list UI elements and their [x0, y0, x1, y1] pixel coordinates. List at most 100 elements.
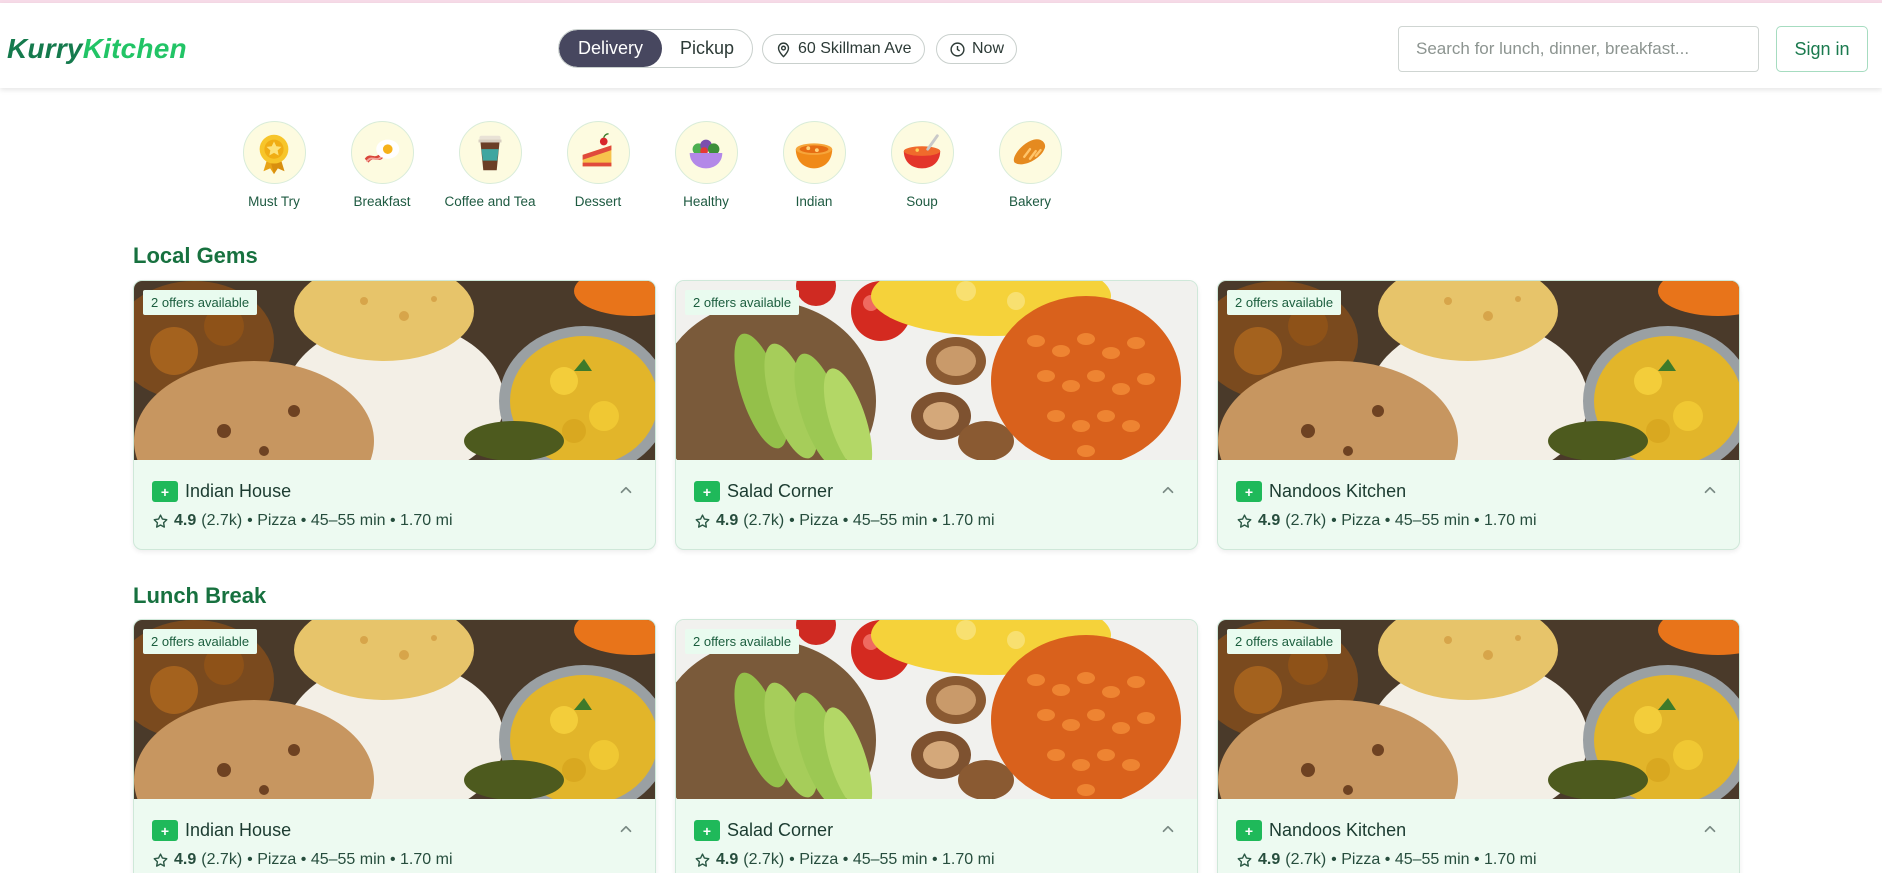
restaurant-name[interactable]: Indian House — [185, 820, 291, 841]
chevron-up-icon[interactable] — [1701, 820, 1719, 838]
category-icon-circle — [998, 121, 1062, 184]
restaurant-meta: 4.9 (2.7k) • Pizza • 45–55 min • 1.70 mi — [152, 851, 453, 869]
rating-value: 4.9 — [1258, 512, 1281, 529]
chevron-up-icon[interactable] — [1159, 481, 1177, 499]
pickup-toggle-option[interactable]: Pickup — [662, 30, 752, 67]
restaurant-name-row: + Salad Corner — [694, 481, 833, 502]
soup-icon — [903, 133, 941, 168]
rating-value: 4.9 — [174, 851, 197, 868]
offers-badge: 2 offers available — [143, 290, 258, 315]
restaurant-meta: 4.9 (2.7k) • Pizza • 45–55 min • 1.70 mi — [694, 851, 995, 869]
category-icon-circle — [890, 121, 954, 184]
restaurant-card[interactable]: 2 offers available + Indian House 4.9 (2.7k)… — [133, 280, 656, 550]
restaurant-card[interactable]: 2 offers available + Indian House 4.9 (2.7k)… — [133, 619, 656, 873]
restaurant-details: • Pizza • 45–55 min • 1.70 mi — [1331, 512, 1537, 529]
clock-icon — [950, 41, 965, 57]
coffee-cup-icon — [478, 135, 502, 170]
chevron-up-icon[interactable] — [617, 481, 635, 499]
plus-icon[interactable]: + — [694, 820, 720, 841]
offers-badge: 2 offers available — [1227, 629, 1342, 654]
category-label: Dessert — [574, 194, 622, 209]
chevron-up-icon[interactable] — [1159, 820, 1177, 838]
plus-icon[interactable]: + — [1236, 820, 1262, 841]
chevron-up-icon[interactable] — [617, 820, 635, 838]
time-button[interactable]: Now — [936, 34, 1018, 64]
category-healthy[interactable]: Healthy — [652, 121, 760, 209]
address-button[interactable]: 60 Skillman Ave — [762, 34, 925, 64]
star-icon — [695, 513, 710, 528]
offers-badge: 2 offers available — [1227, 290, 1342, 315]
brand-logo-part2: Kitchen — [82, 33, 187, 64]
restaurant-card[interactable]: 2 offers available + Salad Corner 4.9 (2.7k)… — [675, 280, 1198, 550]
restaurant-name[interactable]: Indian House — [185, 481, 291, 502]
offers-badge: 2 offers available — [685, 290, 800, 315]
restaurant-name[interactable]: Salad Corner — [727, 481, 833, 502]
restaurant-name-row: + Salad Corner — [694, 820, 833, 841]
category-bar: Must Try Breakfast Coffee and Tea Desser… — [220, 121, 1084, 209]
delivery-toggle-option[interactable]: Delivery — [559, 30, 662, 67]
plus-icon[interactable]: + — [1236, 481, 1262, 502]
section-title-lunch-break: Lunch Break — [133, 583, 267, 608]
medal-icon — [259, 134, 289, 174]
category-icon-circle — [350, 121, 414, 184]
restaurant-name[interactable]: Nandoos Kitchen — [1269, 820, 1406, 841]
brand-logo-part1: Kurry — [7, 33, 83, 64]
category-label: Coffee and Tea — [444, 194, 536, 209]
category-dessert[interactable]: Dessert — [544, 121, 652, 209]
star-icon — [1237, 513, 1252, 528]
cake-icon — [582, 132, 612, 166]
restaurant-card[interactable]: 2 offers available + Salad Corner 4.9 (2.7k)… — [675, 619, 1198, 873]
top-header: KurryKitchen Delivery Pickup 60 Skillman… — [0, 3, 1882, 88]
star-icon — [153, 513, 168, 528]
review-count: (2.7k) — [743, 512, 785, 529]
category-coffee-and-tea[interactable]: Coffee and Tea — [436, 121, 544, 209]
restaurant-details: • Pizza • 45–55 min • 1.70 mi — [247, 851, 453, 868]
restaurant-card[interactable]: 2 offers available + Nandoos Kitchen 4.9 (2.… — [1217, 280, 1740, 550]
salad-bowl-icon — [689, 139, 723, 168]
category-soup[interactable]: Soup — [868, 121, 976, 209]
rating-value: 4.9 — [174, 512, 197, 529]
plus-icon[interactable]: + — [152, 820, 178, 841]
restaurant-name-row: + Nandoos Kitchen — [1236, 481, 1406, 502]
review-count: (2.7k) — [1285, 851, 1327, 868]
rating-value: 4.9 — [716, 512, 739, 529]
map-pin-icon — [777, 41, 790, 58]
restaurant-name-row: + Indian House — [152, 481, 291, 502]
bread-icon — [1013, 138, 1046, 164]
search-input[interactable] — [1398, 26, 1759, 72]
category-bakery[interactable]: Bakery — [976, 121, 1084, 209]
review-count: (2.7k) — [1285, 512, 1327, 529]
category-label: Healthy — [683, 194, 729, 209]
restaurant-details: • Pizza • 45–55 min • 1.70 mi — [1331, 851, 1537, 868]
review-count: (2.7k) — [201, 512, 243, 529]
category-indian[interactable]: Indian — [760, 121, 868, 209]
chevron-up-icon[interactable] — [1701, 481, 1719, 499]
star-icon — [153, 852, 168, 867]
category-icon-circle — [458, 121, 522, 184]
restaurant-name[interactable]: Salad Corner — [727, 820, 833, 841]
rating-value: 4.9 — [716, 851, 739, 868]
category-label: Must Try — [248, 194, 300, 209]
time-label: Now — [972, 40, 1005, 57]
section-title-local-gems: Local Gems — [133, 243, 258, 268]
restaurant-name[interactable]: Nandoos Kitchen — [1269, 481, 1406, 502]
star-icon — [1237, 852, 1252, 867]
restaurant-name-row: + Nandoos Kitchen — [1236, 820, 1406, 841]
bacon-egg-icon — [364, 139, 400, 163]
category-breakfast[interactable]: Breakfast — [328, 121, 436, 209]
brand-logo[interactable]: KurryKitchen — [7, 33, 187, 65]
restaurant-name-row: + Indian House — [152, 820, 291, 841]
curry-bowl-icon — [795, 142, 833, 168]
star-icon — [695, 852, 710, 867]
restaurant-meta: 4.9 (2.7k) • Pizza • 45–55 min • 1.70 mi — [152, 512, 453, 530]
order-mode-toggle: Delivery Pickup — [558, 29, 753, 68]
restaurant-card[interactable]: 2 offers available + Nandoos Kitchen 4.9 (2.… — [1217, 619, 1740, 873]
sign-in-button[interactable]: Sign in — [1776, 26, 1868, 72]
category-icon-circle — [782, 121, 846, 184]
category-must-try[interactable]: Must Try — [220, 121, 328, 209]
category-label: Soup — [906, 194, 938, 209]
category-label: Indian — [795, 194, 833, 209]
restaurant-details: • Pizza • 45–55 min • 1.70 mi — [789, 512, 995, 529]
plus-icon[interactable]: + — [694, 481, 720, 502]
plus-icon[interactable]: + — [152, 481, 178, 502]
